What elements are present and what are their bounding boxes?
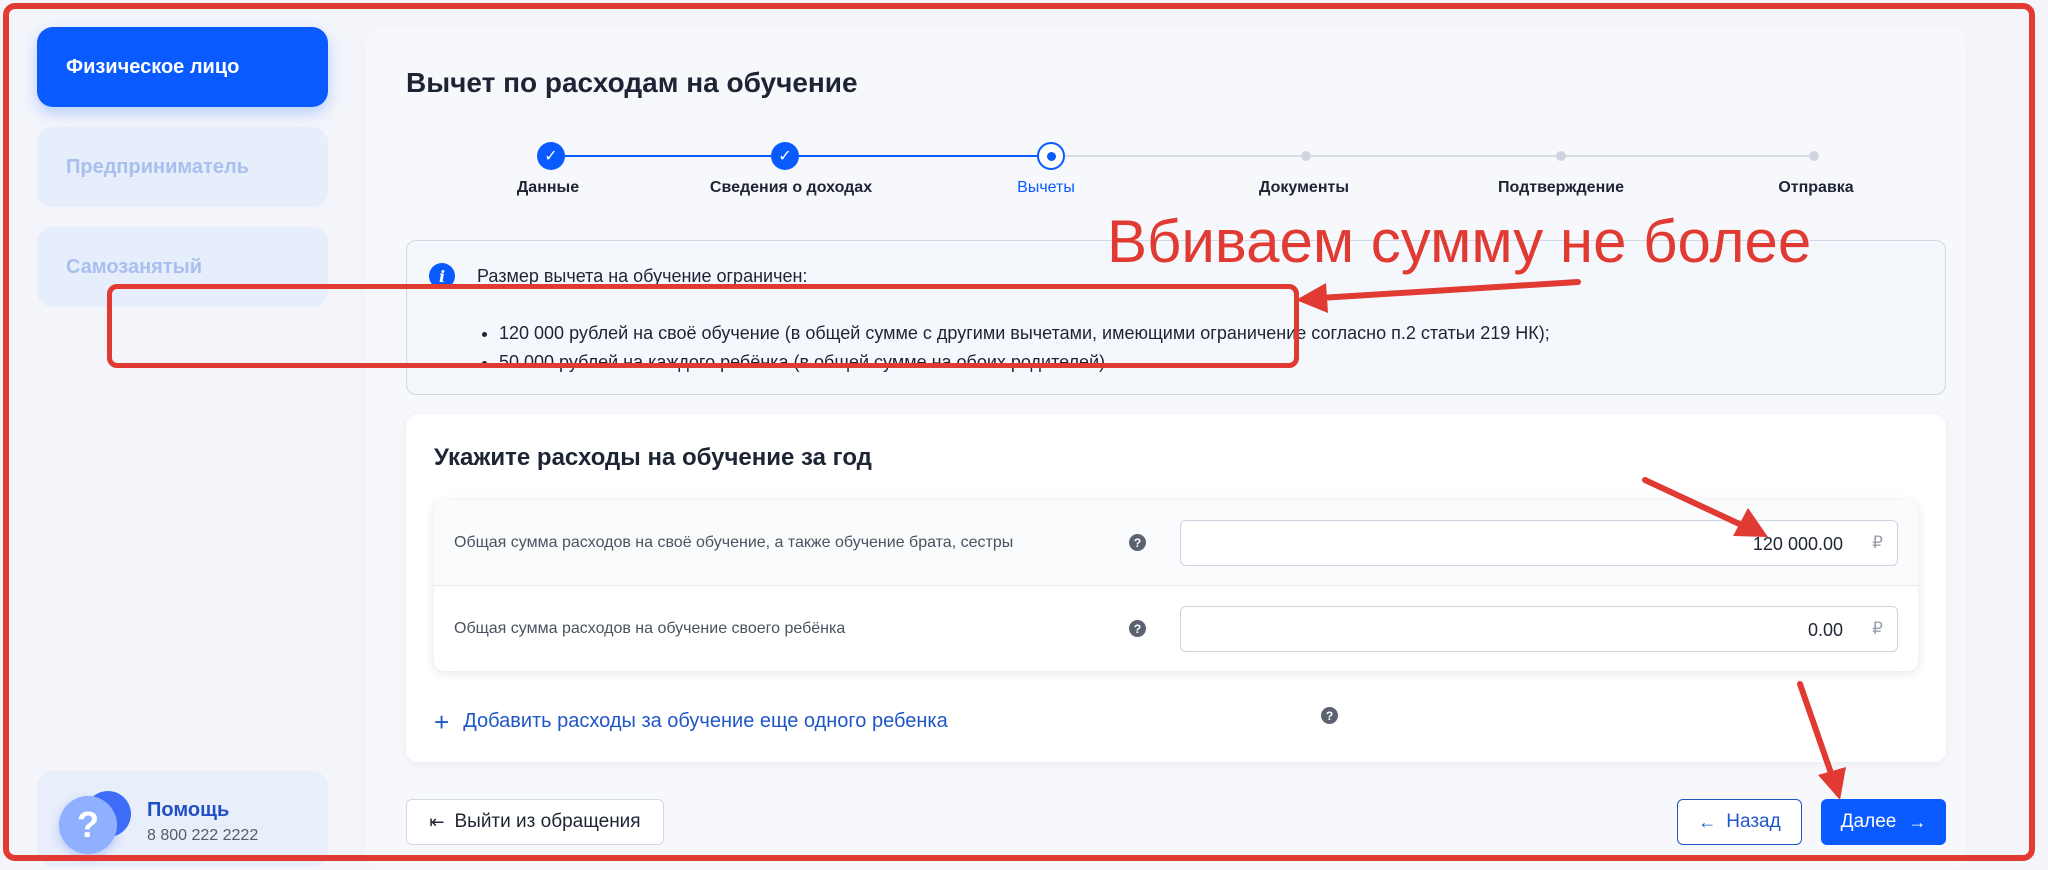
back-button[interactable]: ← Назад — [1677, 799, 1802, 845]
step-dot-documents — [1301, 151, 1311, 161]
sidebar-item-individual[interactable]: Физическое лицо — [37, 27, 328, 107]
expense-label-own: Общая сумма расходов на своё обучение, а… — [454, 534, 1014, 551]
sidebar-item-label: Предприниматель — [66, 155, 249, 178]
help-title: Помощь — [147, 799, 230, 821]
expense-row-own: Общая сумма расходов на своё обучение, а… — [434, 500, 1918, 586]
sidebar-item-label: Физическое лицо — [66, 55, 240, 78]
question-icon: ? — [59, 796, 117, 854]
stepper-line-done — [551, 155, 1051, 157]
stepper-line-todo — [1051, 155, 1814, 157]
help-card[interactable]: ? Помощь 8 800 222 2222 — [37, 771, 328, 867]
exit-button[interactable]: ⇤ Выйти из обращения — [406, 799, 664, 845]
plus-icon: + — [434, 706, 450, 737]
add-child-expense-link[interactable]: + Добавить расходы за обучение еще одног… — [434, 706, 948, 737]
step-label-income: Сведения о доходах — [709, 179, 873, 196]
step-label-deductions: Вычеты — [1017, 179, 1075, 196]
ruble-icon: ₽ — [1872, 619, 1883, 638]
add-child-expense-label: Добавить расходы за обучение еще одного … — [463, 710, 948, 732]
step-label-data: Данные — [516, 179, 580, 196]
next-button-label: Далее — [1840, 811, 1897, 832]
help-phone: 8 800 222 2222 — [147, 827, 259, 844]
help-question-icon[interactable]: ? — [1129, 620, 1146, 637]
step-dot-income: ✓ — [771, 142, 799, 170]
step-dot-data: ✓ — [537, 142, 565, 170]
main-panel: Вычет по расходам на обучение ✓ ✓ Данные… — [366, 27, 1966, 870]
own-expense-input[interactable] — [1191, 529, 1845, 559]
arrow-right-icon: → — [1908, 811, 1927, 832]
step-dot-sending — [1809, 151, 1819, 161]
sidebar-item-label: Самозанятый — [66, 255, 203, 278]
page-title: Вычет по расходам на обучение — [406, 67, 858, 98]
annotation-highlight-box — [107, 284, 1299, 368]
sidebar: Физическое лицо Предприниматель Самозаня… — [0, 0, 360, 870]
next-button[interactable]: Далее → — [1821, 799, 1946, 845]
exit-button-label: Выйти из обращения — [454, 811, 641, 832]
child-expense-input[interactable] — [1191, 615, 1845, 645]
app-window: Физическое лицо Предприниматель Самозаня… — [0, 0, 2048, 870]
expenses-title: Укажите расходы на обучение за год — [434, 444, 872, 471]
step-dot-deductions — [1037, 142, 1065, 170]
check-icon: ✓ — [778, 148, 792, 165]
check-icon: ✓ — [544, 148, 558, 165]
back-button-label: Назад — [1726, 811, 1781, 832]
exit-icon: ⇤ — [429, 811, 445, 832]
arrow-left-icon: ← — [1698, 811, 1717, 832]
step-dot-confirmation — [1556, 151, 1566, 161]
own-expense-field[interactable]: ₽ — [1180, 520, 1898, 566]
expense-row-child: Общая сумма расходов на обучение своего … — [434, 586, 1918, 671]
sidebar-item-entrepreneur[interactable]: Предприниматель — [37, 127, 328, 207]
expenses-card: Укажите расходы на обучение за год Общая… — [406, 414, 1946, 762]
help-question-icon[interactable]: ? — [1129, 534, 1146, 551]
step-label-confirmation: Подтверждение — [1498, 179, 1624, 196]
step-label-documents: Документы — [1259, 179, 1349, 196]
expense-label-child: Общая сумма расходов на обучение своего … — [454, 620, 846, 637]
help-question-icon[interactable]: ? — [1321, 707, 1338, 724]
annotation-text: Вбиваем сумму не более — [1107, 208, 1812, 275]
ruble-icon: ₽ — [1872, 533, 1883, 552]
child-expense-field[interactable]: ₽ — [1180, 606, 1898, 652]
step-label-sending: Отправка — [1778, 179, 1854, 196]
expenses-rows: Общая сумма расходов на своё обучение, а… — [434, 500, 1918, 671]
